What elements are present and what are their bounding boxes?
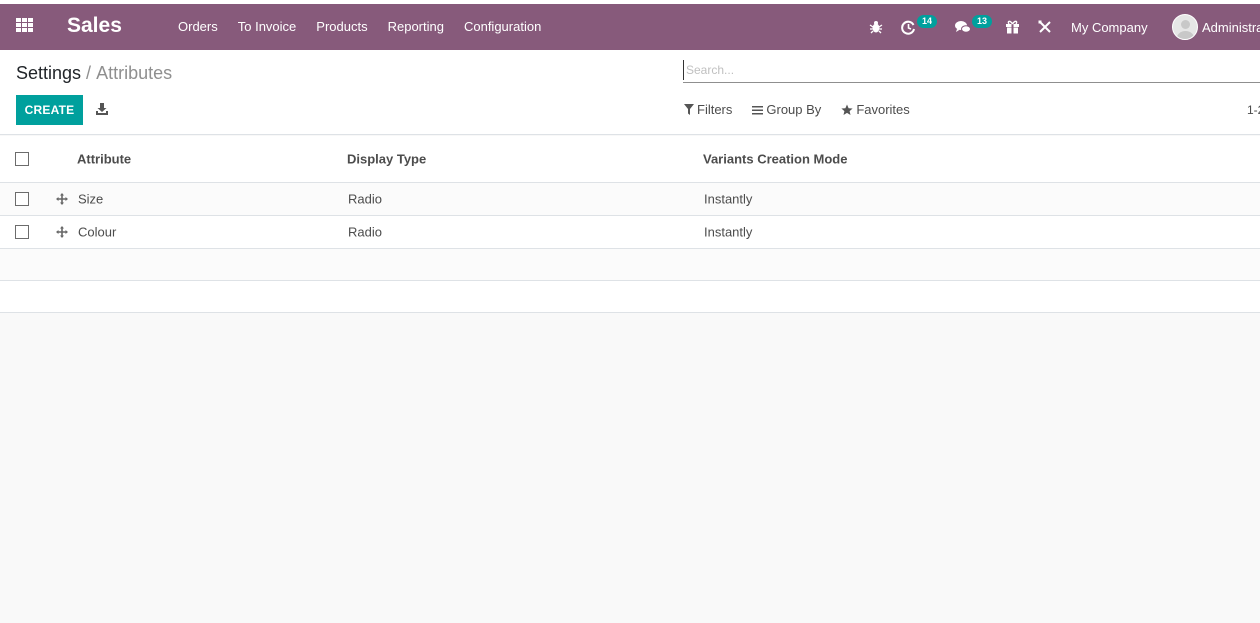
main-navbar: Sales Orders To Invoice Products Reporti…: [0, 4, 1260, 50]
star-icon: [841, 104, 853, 115]
filter-icon: [684, 104, 694, 115]
bars-icon: [752, 105, 764, 114]
group-by-label: Group By: [766, 102, 822, 117]
top-menu: Orders To Invoice Products Reporting Con…: [178, 19, 561, 34]
row-checkbox[interactable]: [15, 192, 29, 206]
column-header-attribute[interactable]: Attribute: [77, 152, 131, 167]
column-header-variants-creation-mode[interactable]: Variants Creation Mode: [703, 152, 847, 167]
debug-icon[interactable]: [869, 4, 883, 50]
activity-count-badge: 14: [917, 14, 938, 28]
apps-menu-icon[interactable]: [16, 18, 34, 34]
company-switcher[interactable]: My Company: [1071, 4, 1148, 50]
messages-menu[interactable]: 13: [955, 4, 993, 50]
user-name: Administrator: [1202, 19, 1260, 35]
row-checkbox[interactable]: [15, 225, 29, 239]
cell-attribute: Colour: [78, 224, 117, 240]
menu-products[interactable]: Products: [316, 19, 367, 34]
tools-icon[interactable]: [1038, 4, 1052, 50]
select-all-checkbox[interactable]: [15, 152, 29, 166]
menu-configuration[interactable]: Configuration: [464, 19, 541, 34]
search-options: Filters Group By Favorites: [684, 102, 930, 117]
empty-row: [0, 281, 1260, 313]
filters-button[interactable]: Filters: [684, 102, 732, 117]
activity-menu[interactable]: 14: [901, 4, 938, 50]
cell-variants-creation-mode: Instantly: [704, 224, 753, 240]
messages-count-badge: 13: [972, 14, 993, 28]
column-header-display-type[interactable]: Display Type: [347, 152, 426, 167]
table-row[interactable]: Colour Radio Instantly: [0, 216, 1260, 249]
search-input[interactable]: [683, 60, 1260, 80]
favorites-button[interactable]: Favorites: [841, 102, 910, 117]
group-by-button[interactable]: Group By: [752, 102, 821, 117]
drag-handle-icon[interactable]: [56, 226, 68, 238]
cell-display-type: Radio: [348, 224, 382, 240]
menu-orders[interactable]: Orders: [178, 19, 218, 34]
avatar: [1172, 14, 1198, 40]
menu-to-invoice[interactable]: To Invoice: [238, 19, 297, 34]
user-menu[interactable]: Administrator: [1172, 4, 1260, 50]
favorites-label: Favorites: [856, 102, 910, 117]
control-panel: Settings/Attributes CREATE Filters Group…: [0, 50, 1260, 135]
menu-reporting[interactable]: Reporting: [388, 19, 444, 34]
search-bar: [683, 60, 1260, 83]
table-header: Attribute Display Type Variants Creation…: [0, 136, 1260, 183]
cell-attribute: Size: [78, 191, 104, 207]
breadcrumb-settings[interactable]: Settings: [16, 63, 81, 83]
empty-row: [0, 249, 1260, 281]
breadcrumb-attributes: Attributes: [96, 63, 173, 83]
cell-variants-creation-mode: Instantly: [704, 191, 753, 207]
app-name[interactable]: Sales: [67, 14, 122, 38]
gift-icon[interactable]: [1005, 4, 1020, 50]
drag-handle-icon[interactable]: [56, 193, 68, 205]
create-button[interactable]: CREATE: [16, 95, 83, 125]
download-icon[interactable]: [95, 102, 109, 116]
cell-display-type: Radio: [348, 191, 382, 207]
breadcrumb: Settings / Attributes: [16, 63, 172, 84]
table-row[interactable]: Size Radio Instantly: [0, 183, 1260, 216]
attributes-list: Attribute Display Type Variants Creation…: [0, 136, 1260, 313]
pager-value[interactable]: 1-2: [1247, 103, 1260, 117]
comments-icon: [955, 21, 971, 33]
breadcrumb-separator: /: [86, 63, 92, 83]
filters-label: Filters: [697, 102, 733, 117]
clock-icon: [901, 20, 915, 35]
